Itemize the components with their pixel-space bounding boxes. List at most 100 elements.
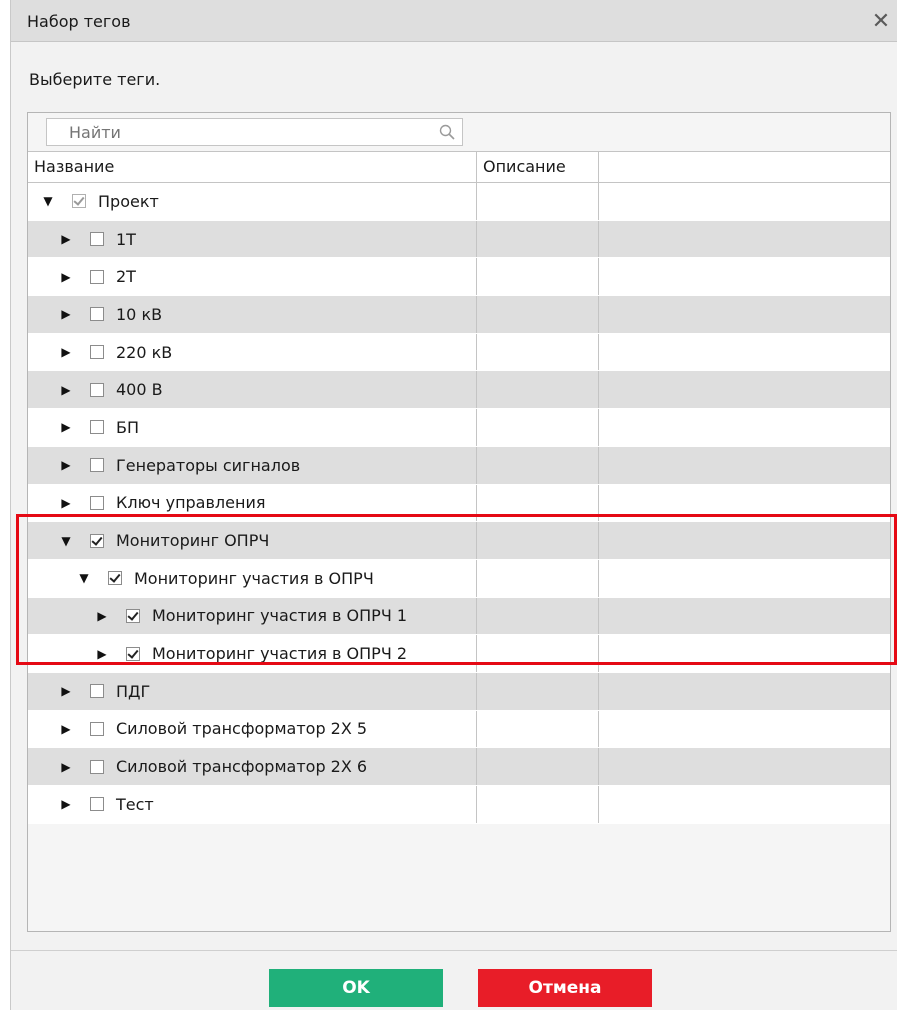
tree-cell-name: ▶ 1Т — [28, 221, 476, 258]
tag-label: Проект — [98, 191, 159, 211]
expand-arrow-right-icon[interactable]: ▶ — [59, 371, 73, 408]
column-header-name[interactable]: Название — [28, 152, 477, 182]
tag-label: Мониторинг участия в ОПРЧ — [134, 568, 374, 588]
expand-arrow-right-icon[interactable]: ▶ — [59, 221, 73, 258]
dialog-footer: OK Отмена — [11, 950, 897, 1011]
tag-checkbox[interactable] — [90, 721, 104, 736]
expand-arrow-right-icon[interactable]: ▶ — [59, 786, 73, 823]
tree-row[interactable]: ▼ Проект — [28, 183, 890, 221]
tag-checkbox[interactable] — [90, 684, 104, 699]
tree-cell-name: ▶ Силовой трансформатор 2Х 6 — [28, 748, 476, 785]
tree-cell-description — [476, 559, 599, 597]
search-input[interactable] — [47, 119, 427, 145]
close-icon[interactable]: ✕ — [871, 11, 891, 33]
tag-tree: ▼ Проект ▶ 1Т ▶ 2Т ▶ 10 кВ ▶ 220 кВ ▶ 400 В ▶ БП ▶ Гене… — [28, 183, 890, 824]
tree-row[interactable]: ▶ Тест — [28, 786, 890, 824]
expand-arrow-down-icon[interactable]: ▼ — [77, 560, 91, 597]
tag-label: Мониторинг участия в ОПРЧ 2 — [152, 644, 408, 664]
expand-arrow-right-icon[interactable]: ▶ — [95, 635, 109, 672]
tag-checkbox[interactable] — [90, 420, 104, 435]
tag-label: БП — [116, 417, 140, 437]
tree-row[interactable]: ▶ Мониторинг участия в ОПРЧ 2 — [28, 635, 890, 673]
tag-checkbox[interactable] — [90, 797, 104, 812]
tag-checkbox[interactable] — [108, 571, 122, 586]
tag-label: 2Т — [116, 267, 136, 287]
tag-checkbox[interactable] — [90, 382, 104, 397]
expand-arrow-right-icon[interactable]: ▶ — [59, 673, 73, 710]
expand-arrow-right-icon[interactable]: ▶ — [59, 485, 73, 522]
tree-row[interactable]: ▶ Мониторинг участия в ОПРЧ 1 — [28, 597, 890, 636]
tree-row[interactable]: ▼ Мониторинг участия в ОПРЧ — [28, 559, 890, 598]
tree-cell-name: ▶ БП — [28, 409, 476, 446]
tree-row[interactable]: ▶ 400 В — [28, 371, 890, 410]
tag-label: Силовой трансформатор 2Х 6 — [116, 757, 368, 777]
cancel-button[interactable]: Отмена — [478, 969, 652, 1007]
tree-row[interactable]: ▶ БП — [28, 409, 890, 447]
tree-cell-name: ▼ Мониторинг ОПРЧ — [28, 522, 476, 559]
tree-cell-description — [476, 183, 599, 220]
tree-cell-description — [476, 635, 599, 672]
tree-row[interactable]: ▶ Силовой трансформатор 2Х 6 — [28, 748, 890, 786]
tree-cell-name: ▶ 10 кВ — [28, 296, 476, 333]
expand-arrow-right-icon[interactable]: ▶ — [59, 409, 73, 446]
tree-row[interactable]: ▶ 2Т — [28, 258, 890, 297]
tag-checkbox[interactable] — [126, 608, 140, 623]
search-icon[interactable] — [438, 123, 456, 141]
tag-checkbox[interactable] — [90, 533, 104, 548]
tree-cell-name: ▼ Проект — [28, 183, 476, 220]
expand-arrow-right-icon[interactable]: ▶ — [59, 296, 73, 333]
column-header-description[interactable]: Описание — [477, 152, 599, 182]
tree-cell-name: ▶ Генераторы сигналов — [28, 447, 476, 484]
expand-arrow-down-icon[interactable]: ▼ — [41, 183, 55, 220]
tree-cell-description — [476, 220, 599, 258]
tag-checkbox[interactable] — [90, 345, 104, 360]
expand-arrow-right-icon[interactable]: ▶ — [59, 447, 73, 484]
tree-cell-description — [476, 786, 599, 823]
instruction-text: Выберите теги. — [29, 70, 161, 89]
tree-cell-description — [476, 710, 599, 748]
search-box — [46, 118, 463, 146]
tag-label: Ключ управления — [116, 493, 266, 513]
tree-cell-name: ▶ ПДГ — [28, 673, 476, 710]
expand-arrow-right-icon[interactable]: ▶ — [95, 598, 109, 635]
expand-arrow-down-icon[interactable]: ▼ — [59, 522, 73, 559]
tree-row[interactable]: ▶ ПДГ — [28, 672, 890, 711]
tree-cell-name: ▶ Силовой трансформатор 2Х 5 — [28, 711, 476, 748]
tag-checkbox[interactable] — [72, 194, 86, 209]
tree-cell-name: ▼ Мониторинг участия в ОПРЧ — [28, 560, 476, 597]
expand-arrow-right-icon[interactable]: ▶ — [59, 334, 73, 371]
tree-row[interactable]: ▶ Генераторы сигналов — [28, 446, 890, 485]
expand-arrow-right-icon[interactable]: ▶ — [59, 748, 73, 785]
tree-cell-name: ▶ 400 В — [28, 371, 476, 408]
ok-button[interactable]: OK — [269, 969, 443, 1007]
tree-row[interactable]: ▶ 10 кВ — [28, 296, 890, 334]
tree-cell-name: ▶ Ключ управления — [28, 485, 476, 522]
tag-checkbox[interactable] — [90, 759, 104, 774]
tag-checkbox[interactable] — [90, 269, 104, 284]
tag-label: 10 кВ — [116, 304, 163, 324]
tree-cell-name: ▶ 2Т — [28, 258, 476, 295]
tag-checkbox[interactable] — [90, 458, 104, 473]
tag-checkbox[interactable] — [126, 646, 140, 661]
tree-cell-description — [476, 258, 599, 296]
tree-row[interactable]: ▶ Ключ управления — [28, 484, 890, 523]
tag-label: 220 кВ — [116, 342, 173, 362]
tree-cell-description — [476, 672, 599, 710]
tree-cell-description — [476, 333, 599, 371]
tree-cell-name: ▶ 220 кВ — [28, 334, 476, 371]
tag-checkbox[interactable] — [90, 495, 104, 510]
tree-cell-name: ▶ Мониторинг участия в ОПРЧ 2 — [28, 635, 476, 672]
expand-arrow-right-icon[interactable]: ▶ — [59, 258, 73, 295]
tag-tree-panel: Название Описание ▼ Проект ▶ 1Т ▶ 2Т ▶ 10 кВ ▶ 22… — [27, 112, 891, 932]
tree-cell-description — [476, 446, 599, 484]
tag-label: 1Т — [116, 229, 136, 249]
tree-row[interactable]: ▶ 1Т — [28, 220, 890, 259]
tag-checkbox[interactable] — [90, 232, 104, 247]
tree-cell-name: ▶ Тест — [28, 786, 476, 823]
tree-row[interactable]: ▶ 220 кВ — [28, 333, 890, 372]
expand-arrow-right-icon[interactable]: ▶ — [59, 711, 73, 748]
tree-row[interactable]: ▼ Мониторинг ОПРЧ — [28, 522, 890, 560]
tree-row[interactable]: ▶ Силовой трансформатор 2Х 5 — [28, 710, 890, 749]
tag-set-dialog: Набор тегов ✕ Выберите теги. Название Оп… — [10, 0, 897, 1010]
tag-checkbox[interactable] — [90, 307, 104, 322]
